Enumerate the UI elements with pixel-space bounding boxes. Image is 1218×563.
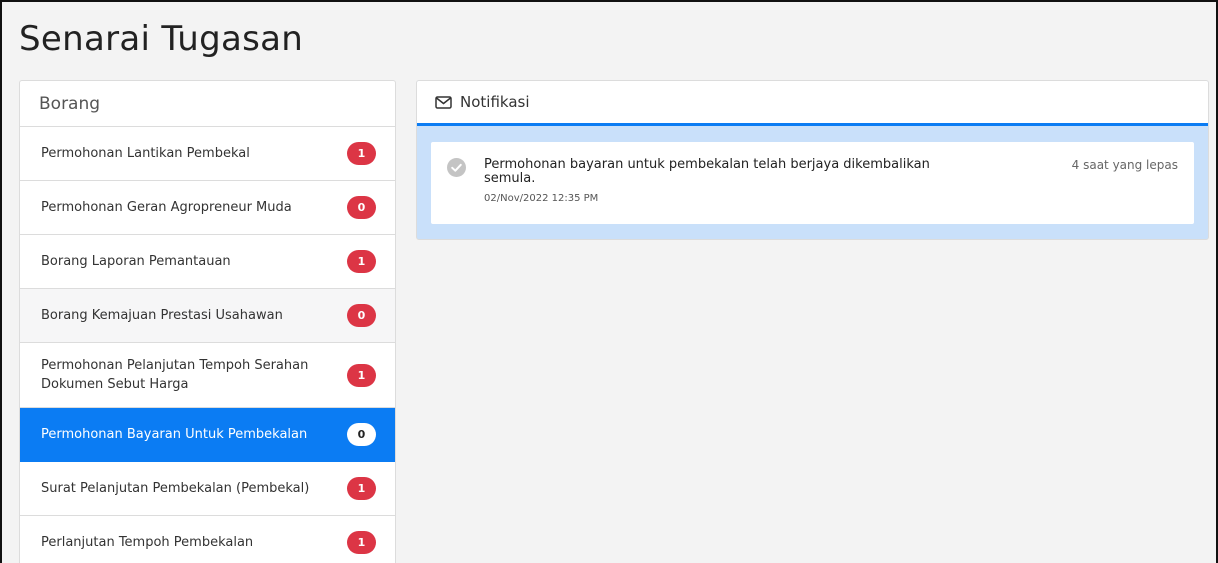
notifications-header: Notifikasi [417, 81, 1208, 126]
form-item-label: Borang Kemajuan Prestasi Usahawan [41, 308, 283, 323]
notifications-card: Notifikasi Permohonan bayaran untuk pemb… [416, 80, 1209, 240]
form-item-label: Borang Laporan Pemantauan [41, 254, 231, 269]
notification-date: 02/Nov/2022 12:35 PM [484, 193, 599, 204]
form-item-permohonan-bayaran-untuk-pembekalan[interactable]: Permohonan Bayaran Untuk Pembekalan 0 [20, 408, 395, 462]
app-frame: Senarai Tugasan Borang Permohonan Lantik… [0, 0, 1218, 563]
notification-item[interactable]: Permohonan bayaran untuk pembekalan tela… [431, 142, 1194, 224]
check-circle-icon [447, 158, 466, 177]
count-badge: 1 [347, 531, 376, 554]
form-item-borang-laporan-pemantauan[interactable]: Borang Laporan Pemantauan 1 [20, 235, 395, 289]
count-badge: 0 [347, 196, 376, 219]
envelope-icon [435, 95, 452, 109]
form-item-permohonan-lantikan-pembekal[interactable]: Permohonan Lantikan Pembekal 1 [20, 127, 395, 181]
count-badge: 1 [347, 250, 376, 273]
page-title: Senarai Tugasan [19, 19, 304, 59]
form-item-label: Permohonan Bayaran Untuk Pembekalan [41, 427, 308, 442]
forms-card: Borang Permohonan Lantikan Pembekal 1 Pe… [19, 80, 396, 563]
form-item-label: Permohonan Geran Agropreneur Muda [41, 200, 292, 215]
form-item-label: Perlanjutan Tempoh Pembekalan [41, 535, 254, 550]
notification-message: Permohonan bayaran untuk pembekalan tela… [484, 157, 930, 186]
form-item-label: Surat Pelanjutan Pembekalan (Pembekal) [41, 481, 310, 496]
form-item-surat-pelanjutan-pembekalan[interactable]: Surat Pelanjutan Pembekalan (Pembekal) 1 [20, 462, 395, 516]
forms-list: Permohonan Lantikan Pembekal 1 Permohona… [20, 127, 395, 563]
form-item-permohonan-pelanjutan-tempoh-serahan[interactable]: Permohonan Pelanjutan Tempoh Serahan Dok… [20, 343, 395, 408]
notification-time-ago: 4 saat yang lepas [1071, 158, 1178, 172]
form-item-borang-kemajuan-prestasi-usahawan[interactable]: Borang Kemajuan Prestasi Usahawan 0 [20, 289, 395, 343]
forms-card-header: Borang [20, 81, 395, 127]
count-badge: 1 [347, 477, 376, 500]
form-item-permohonan-geran-agropreneur-muda[interactable]: Permohonan Geran Agropreneur Muda 0 [20, 181, 395, 235]
count-badge: 1 [347, 363, 376, 387]
form-item-label: Permohonan Lantikan Pembekal [41, 146, 250, 161]
notifications-title: Notifikasi [460, 93, 530, 111]
count-badge: 0 [347, 304, 376, 327]
count-badge: 1 [347, 142, 376, 165]
form-item-perlanjutan-tempoh-pembekalan[interactable]: Perlanjutan Tempoh Pembekalan 1 [20, 516, 395, 563]
form-item-label: Permohonan Pelanjutan Tempoh Serahan Dok… [41, 358, 309, 392]
count-badge: 0 [347, 423, 376, 446]
